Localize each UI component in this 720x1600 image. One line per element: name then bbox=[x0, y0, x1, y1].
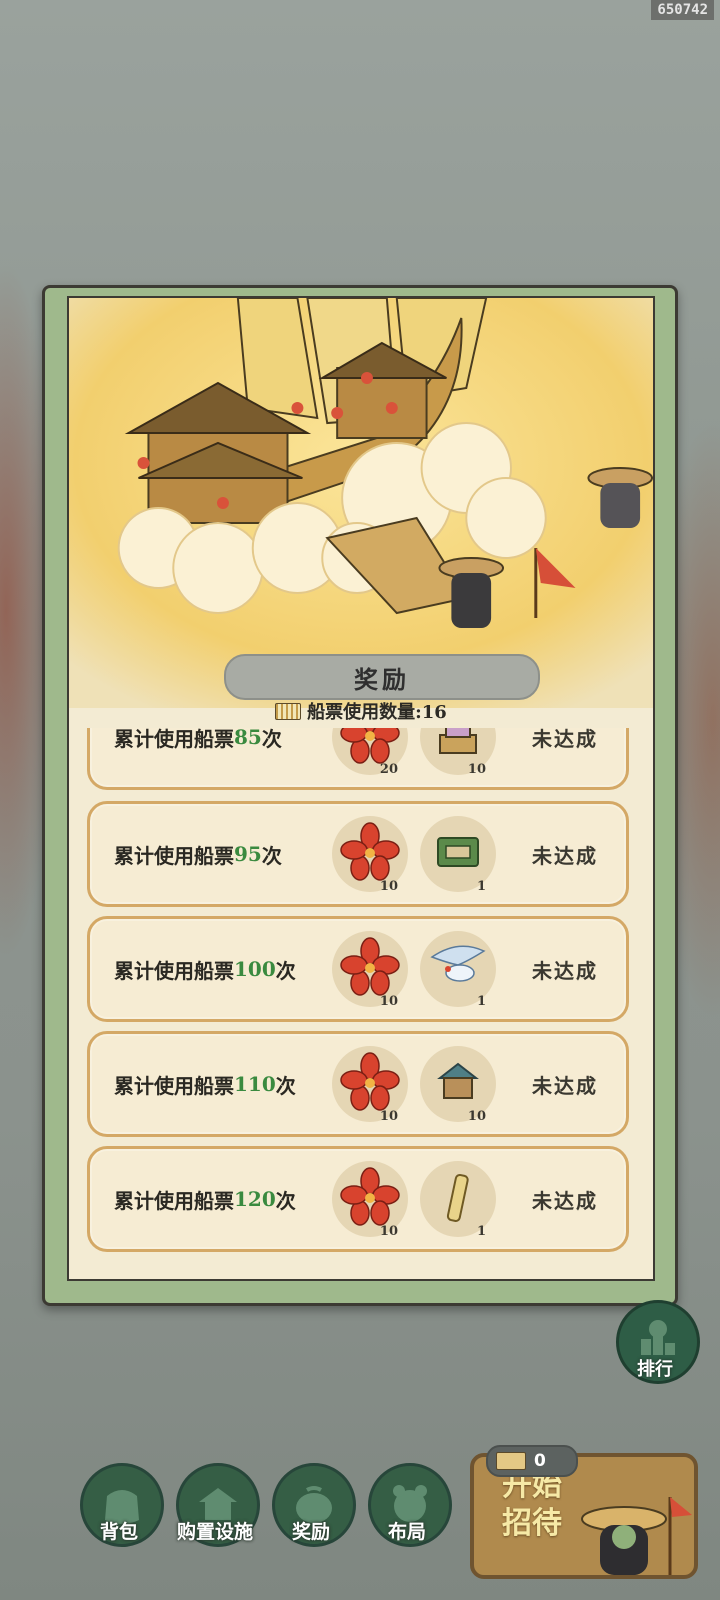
furniture-item-icon bbox=[439, 728, 477, 754]
red-flower-icon bbox=[340, 822, 400, 881]
reward-list[interactable]: 累计使用船票 85 次 20 10 未达成 累计使用船票 95 次 10 1 未… bbox=[69, 728, 653, 1279]
red-flower-icon bbox=[340, 728, 400, 764]
shop-label: 购置设施 bbox=[176, 1521, 253, 1543]
reward-condition: 累计使用船票 85 次 bbox=[114, 728, 282, 751]
reward-condition: 累计使用船票 95 次 bbox=[114, 842, 282, 868]
reward-status: 未达成 bbox=[532, 958, 598, 983]
red-flower-icon bbox=[340, 1052, 400, 1111]
red-flower-icon bbox=[340, 937, 400, 996]
hero-illustration bbox=[69, 298, 653, 708]
reward-status: 未达成 bbox=[532, 1188, 598, 1213]
ticket-icon bbox=[496, 1452, 526, 1470]
ticket-icon bbox=[275, 703, 302, 720]
reward-condition: 累计使用船票 100 次 bbox=[114, 957, 296, 983]
ticket-count: 0 bbox=[534, 1451, 546, 1471]
building-piece-icon bbox=[437, 1062, 479, 1099]
ticket-usage-count: 船票使用数量:16 bbox=[69, 698, 653, 724]
ticket-voucher-icon bbox=[437, 837, 479, 867]
reward-status: 未达成 bbox=[532, 728, 598, 751]
reward-item[interactable]: 10 bbox=[332, 1046, 408, 1124]
reward-condition: 累计使用船票 110 次 bbox=[114, 1072, 296, 1098]
scroll-icon bbox=[446, 1173, 469, 1222]
red-flower-icon bbox=[340, 1167, 400, 1226]
reward-item[interactable]: 10 bbox=[332, 931, 408, 1009]
start-button-label: 开始招待 bbox=[502, 1468, 562, 1541]
reward-row: 累计使用船票 120 次 10 1 未达成 bbox=[87, 1146, 629, 1252]
reward-item[interactable]: 20 bbox=[332, 728, 408, 777]
panel-title: 奖励 bbox=[224, 654, 540, 700]
crane-bird-icon bbox=[430, 945, 486, 982]
reward-row: 累计使用船票 85 次 20 10 未达成 bbox=[87, 728, 629, 790]
reward-item[interactable]: 10 bbox=[332, 816, 408, 894]
reward-panel: 奖励 船票使用数量:16 累计使用船票 85 次 20 10 未达成 累计使用船… bbox=[42, 285, 678, 1306]
reward-condition: 累计使用船票 120 次 bbox=[114, 1187, 296, 1213]
reward-item[interactable]: 1 bbox=[420, 1161, 496, 1239]
reward-row: 累计使用船票 95 次 10 1 未达成 bbox=[87, 801, 629, 907]
bag-label: 背包 bbox=[99, 1521, 138, 1543]
reward-tab-label: 奖励 bbox=[291, 1521, 330, 1543]
ticket-usage-label: 船票使用数量:16 bbox=[307, 702, 447, 723]
reward-row: 累计使用船票 100 次 10 1 未达成 bbox=[87, 916, 629, 1022]
reward-item[interactable]: 10 bbox=[420, 728, 496, 777]
reward-item[interactable]: 1 bbox=[420, 931, 496, 1009]
reward-item[interactable]: 10 bbox=[420, 1046, 496, 1124]
reward-panel-inner: 奖励 船票使用数量:16 累计使用船票 85 次 20 10 未达成 累计使用船… bbox=[67, 296, 655, 1281]
reward-status: 未达成 bbox=[532, 843, 598, 868]
reward-row: 累计使用船票 110 次 10 10 未达成 bbox=[87, 1031, 629, 1137]
layout-label: 布局 bbox=[387, 1521, 426, 1543]
ticket-counter: 0 bbox=[486, 1445, 578, 1477]
reward-item[interactable]: 1 bbox=[420, 816, 496, 894]
watermark: 650742 bbox=[651, 0, 714, 20]
reward-item[interactable]: 10 bbox=[332, 1161, 408, 1239]
reward-status: 未达成 bbox=[532, 1073, 598, 1098]
ranking-label: 排行 bbox=[637, 1359, 673, 1380]
